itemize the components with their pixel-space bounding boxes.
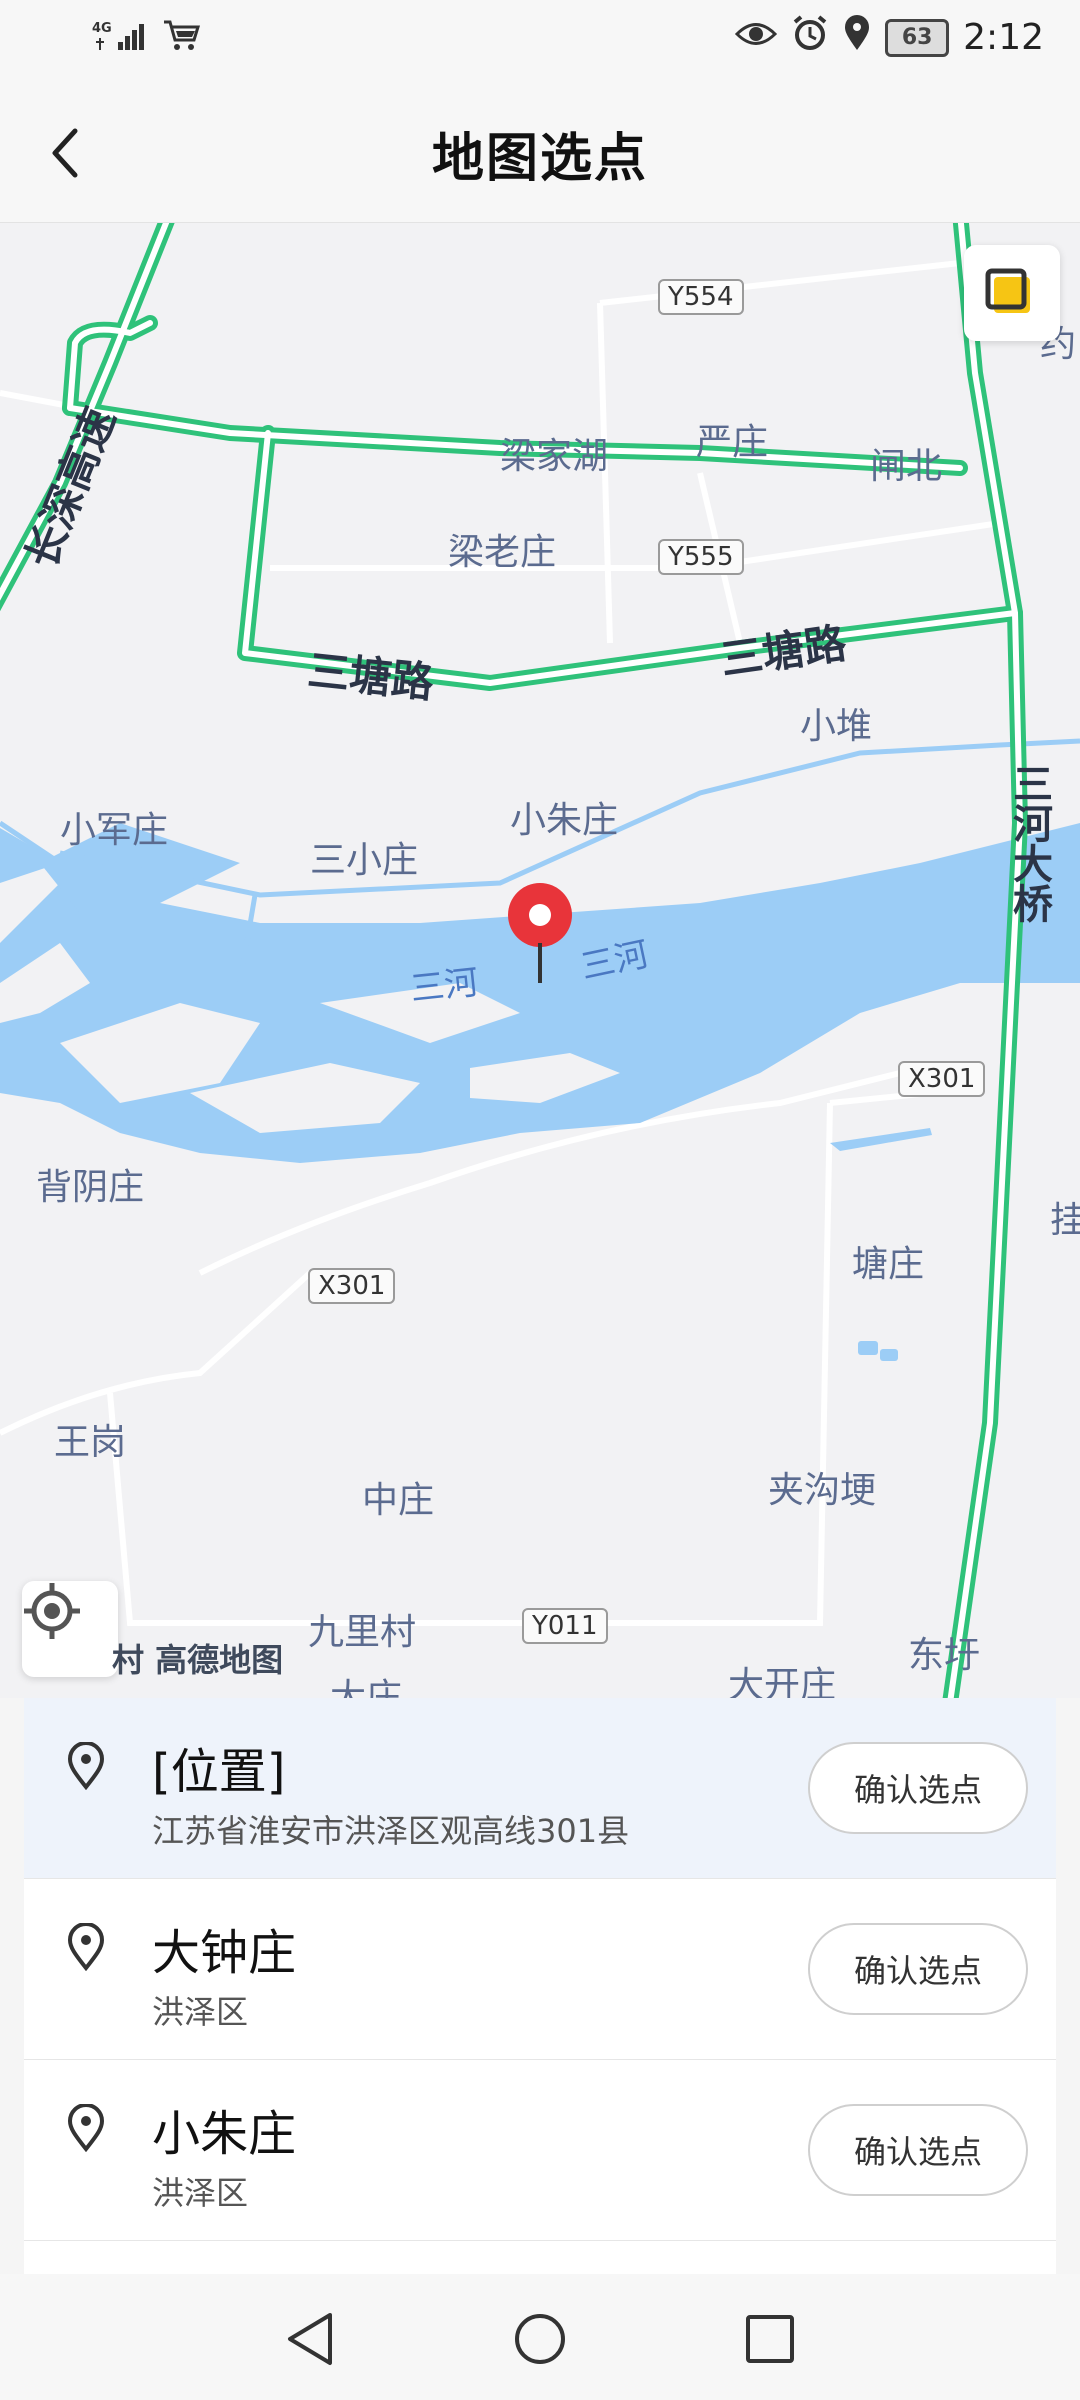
- route-shield: X301: [308, 1268, 396, 1304]
- road-label: 三塘路: [305, 645, 436, 708]
- road-label: 三河大桥: [1006, 763, 1052, 923]
- place-label: 梁老庄: [448, 532, 557, 573]
- locate-me-button[interactable]: [22, 1581, 118, 1677]
- confirm-select-button[interactable]: 确认选点: [808, 1742, 1028, 1834]
- place-label: 塘庄: [852, 1244, 925, 1285]
- place-label: 严庄: [696, 422, 769, 463]
- location-name: [位置]: [152, 1744, 286, 1800]
- network-type: 4G: [92, 21, 112, 36]
- system-nav-bar: [0, 2274, 1080, 2400]
- clock-text: 2:12: [963, 17, 1044, 58]
- place-label: 挂: [1050, 1200, 1080, 1241]
- map-watermark: 村 高德地图: [112, 1641, 284, 1679]
- place-label: 大开庄: [728, 1665, 837, 1698]
- place-label: 夹沟埂: [768, 1470, 877, 1511]
- shopping-cart-icon: [162, 18, 202, 58]
- location-name: 小朱庄: [152, 2106, 297, 2162]
- location-address: 江苏省淮安市洪泽区观高线301县: [152, 1812, 630, 1850]
- list-item[interactable]: [位置] 江苏省淮安市洪泽区观高线301县 确认选点: [24, 1698, 1056, 1879]
- square-recents-icon: [746, 2315, 794, 2363]
- battery-icon: 63: [885, 18, 950, 57]
- map-view[interactable]: 长深高速 三塘路 三塘路 三河大桥 Y554 Y555 X301 X301 Y0…: [0, 223, 1080, 1698]
- layers-icon: [985, 268, 1030, 313]
- route-shield: Y554: [658, 279, 744, 315]
- crosshair-icon: [24, 1583, 80, 1639]
- circle-home-icon: [515, 2314, 565, 2364]
- nav-home-button[interactable]: [505, 2304, 575, 2374]
- map-layers-button[interactable]: [964, 245, 1060, 341]
- confirm-select-button[interactable]: 确认选点: [808, 1923, 1028, 2015]
- place-label: 梁家湖: [500, 436, 609, 477]
- river-label: 三河: [408, 962, 481, 1010]
- location-marker-icon: [67, 1742, 105, 1790]
- place-label: 大庄: [330, 1677, 403, 1698]
- place-label: 中庄: [362, 1480, 435, 1521]
- eye-icon: [735, 17, 778, 58]
- page-title: 地图选点: [431, 129, 648, 189]
- place-label: 小堆: [800, 706, 873, 747]
- place-label: 小朱庄: [510, 800, 619, 841]
- route-shield: Y555: [658, 539, 744, 575]
- confirm-select-button[interactable]: 确认选点: [808, 2104, 1028, 2196]
- signal-icon: 4G: [92, 18, 152, 58]
- nav-recents-button[interactable]: [735, 2304, 805, 2374]
- place-label: 三小庄: [310, 840, 419, 881]
- location-address: 洪泽区: [152, 2174, 249, 2212]
- header-bar: 地图选点: [0, 80, 1080, 223]
- triangle-back-icon: [288, 2313, 332, 2365]
- place-label: 小军庄: [60, 810, 169, 851]
- location-results-list: [位置] 江苏省淮安市洪泽区观高线301县 确认选点 大钟庄 洪泽区 确认选点 …: [24, 1698, 1056, 2274]
- place-label: 王岗: [54, 1422, 127, 1463]
- location-status-icon: [843, 14, 871, 61]
- nav-back-button[interactable]: [275, 2304, 345, 2374]
- list-item[interactable]: 小朱庄 洪泽区 确认选点: [24, 2060, 1056, 2241]
- location-marker-icon: [67, 1923, 105, 1971]
- status-bar: 4G 63 2:12: [0, 0, 1080, 80]
- location-address: 洪泽区: [152, 1993, 249, 2031]
- place-label: 九里村: [308, 1612, 417, 1653]
- place-label: 东圩: [908, 1635, 981, 1676]
- route-shield: X301: [898, 1061, 986, 1097]
- alarm-icon: [791, 14, 829, 61]
- route-shield: Y011: [522, 1608, 608, 1644]
- place-label: 闸北: [870, 446, 943, 487]
- list-item[interactable]: 大钟庄 洪泽区 确认选点: [24, 1879, 1056, 2060]
- place-label: 背阴庄: [36, 1167, 145, 1208]
- location-marker-icon: [67, 2104, 105, 2152]
- location-name: 大钟庄: [152, 1925, 297, 1981]
- location-pin-icon: [506, 881, 574, 991]
